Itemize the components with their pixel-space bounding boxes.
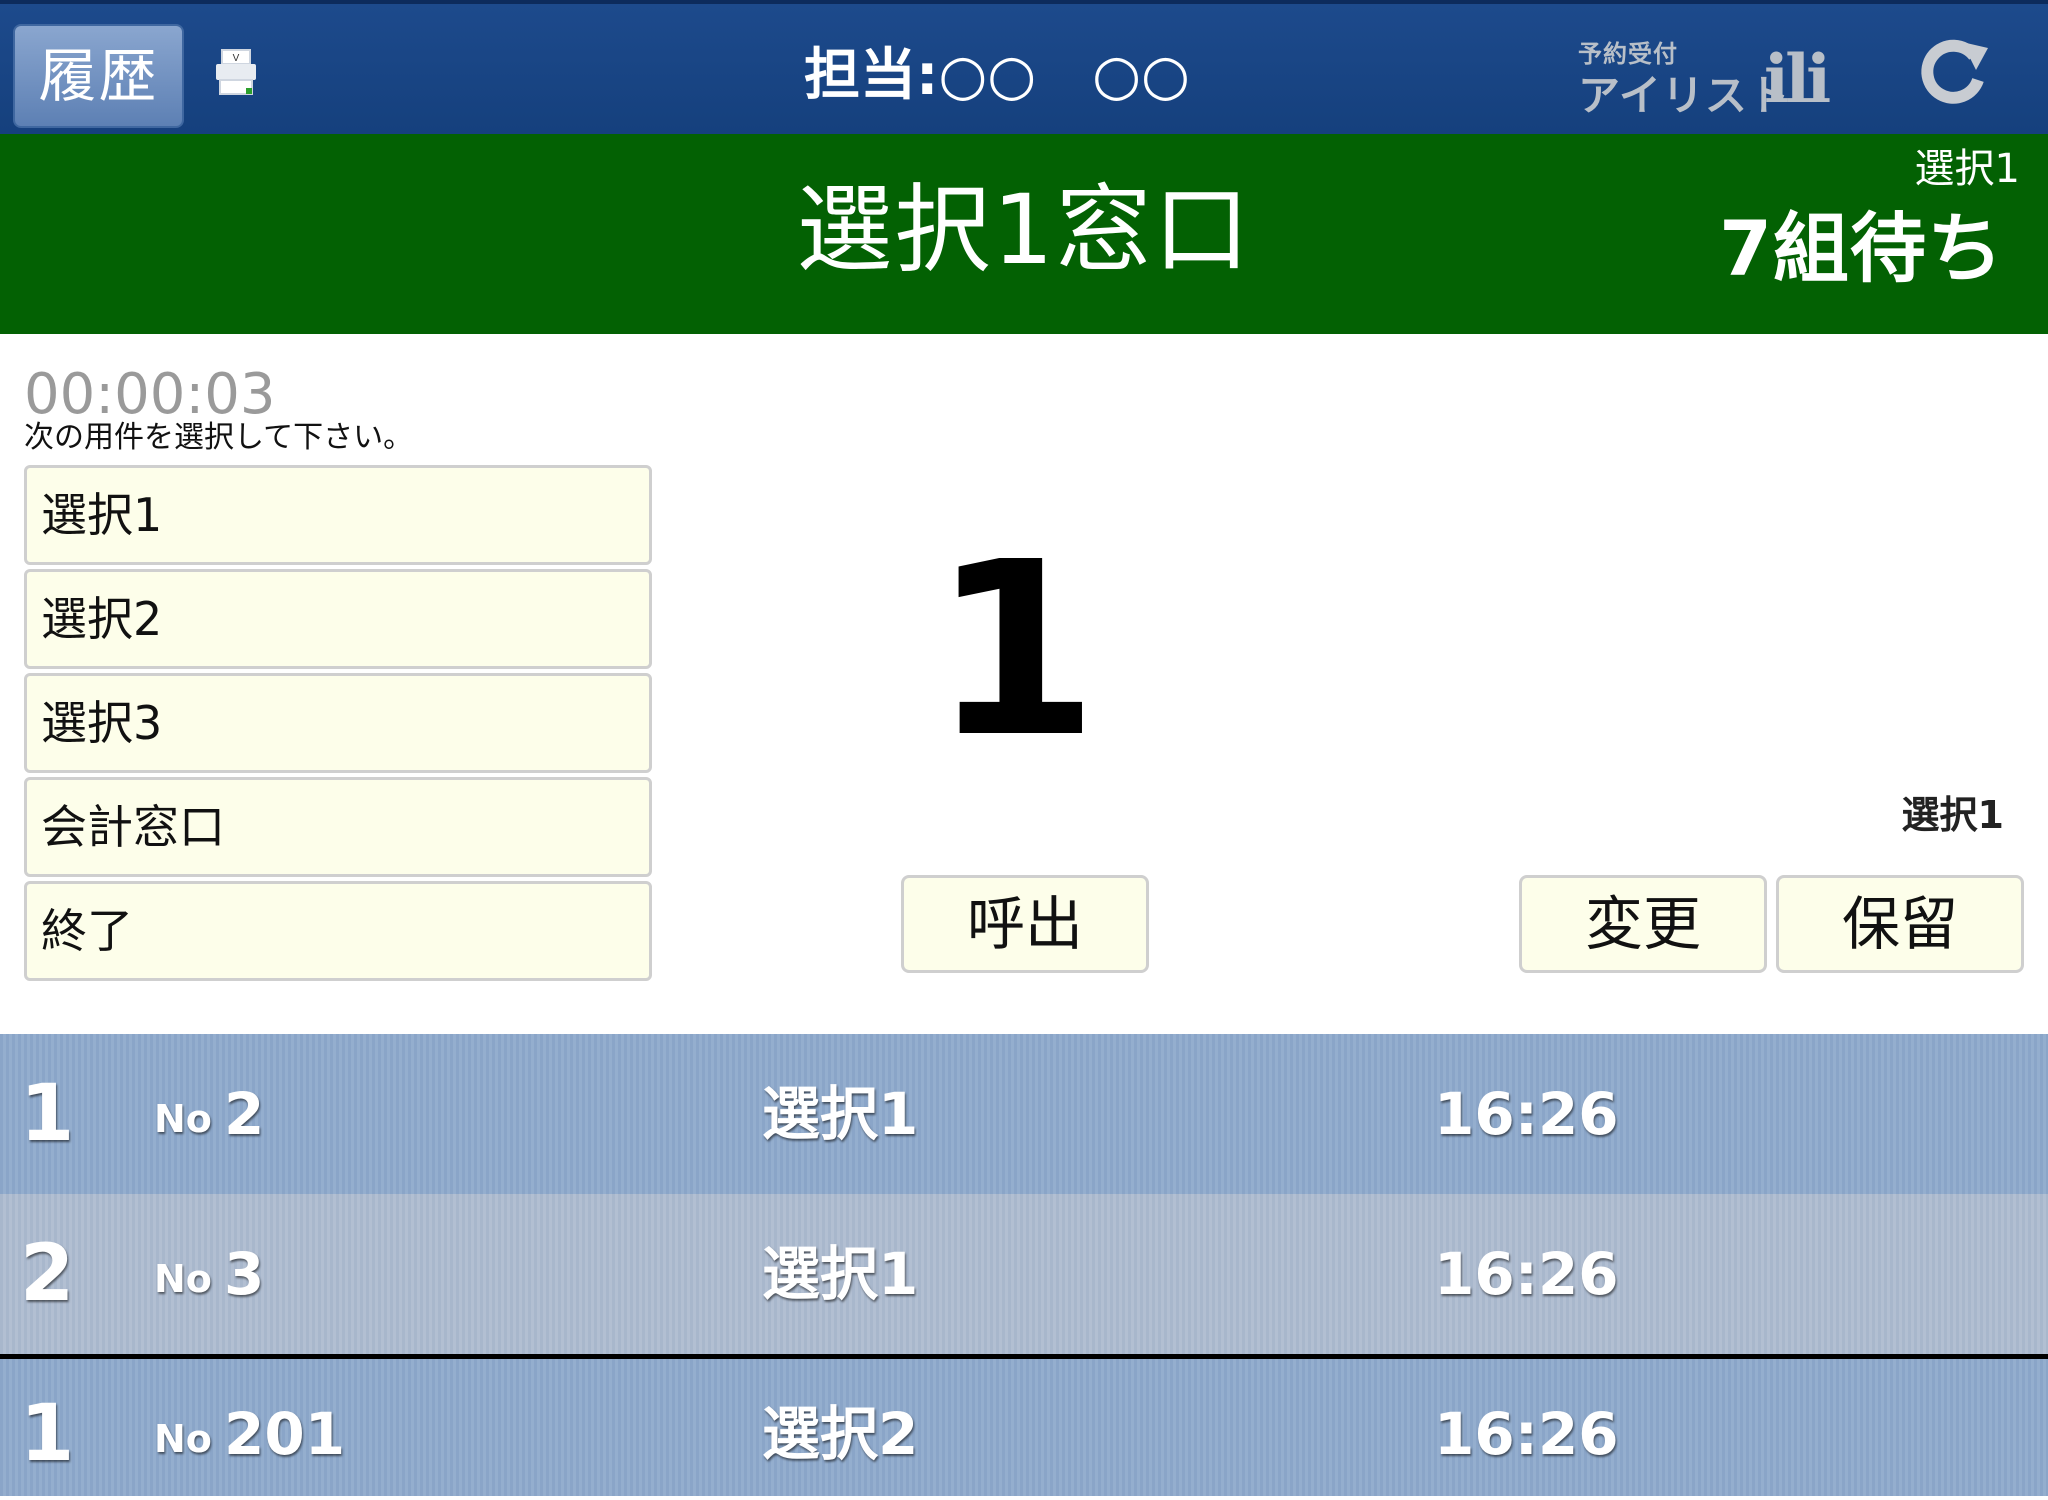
current-ticket-number: 1 [931, 510, 1099, 790]
app-root: 履歴 V 担当:○○ ○○ 予約受付 アイリスト ili 選択1窓口 選択1 7… [0, 0, 2048, 1500]
refresh-icon[interactable] [1918, 34, 1992, 108]
queue-time: 16:26 [1434, 1080, 1619, 1148]
queue-category: 選択1 [762, 1240, 919, 1308]
waiting-category: 選択1 [1914, 146, 2020, 192]
queue-row[interactable]: 1 No 2 選択1 16:26 [0, 1034, 2048, 1194]
hold-button[interactable]: 保留 [1776, 875, 2024, 973]
queue-category: 選択1 [762, 1080, 919, 1148]
brand-mark: ili [1764, 40, 1831, 118]
queue-no-label: No [154, 1097, 212, 1141]
queue-time: 16:26 [1434, 1400, 1619, 1468]
brand-name: アイリスト [1578, 71, 1791, 120]
printer-icon[interactable]: V [214, 48, 258, 98]
change-button[interactable]: 変更 [1519, 875, 1767, 973]
staff-label: 担当:○○ ○○ [804, 43, 1190, 108]
window-header: 選択1窓口 選択1 7組待ち [0, 134, 2048, 334]
selection-option-end[interactable]: 終了 [24, 881, 652, 981]
queue-rank: 1 [20, 1069, 75, 1159]
queue-rank: 1 [20, 1389, 75, 1479]
queue-time: 16:26 [1434, 1240, 1619, 1308]
instruction-text: 次の用件を選択して下さい。 [24, 420, 414, 455]
selection-option-2[interactable]: 選択2 [24, 569, 652, 669]
selection-option-checkout[interactable]: 会計窓口 [24, 777, 652, 877]
waiting-count: 7組待ち [1719, 204, 2004, 293]
current-ticket-category: 選択1 [1901, 793, 2004, 837]
queue-ticket-number: 201 [224, 1400, 346, 1468]
queue-category: 選択2 [762, 1400, 919, 1468]
queue-ticket-number: 2 [224, 1080, 265, 1148]
selection-option-3[interactable]: 選択3 [24, 673, 652, 773]
queue-list: 1 No 2 選択1 16:26 2 No 3 選択1 16:26 1 No 2… [0, 1034, 2048, 1496]
selection-list: 選択1 選択2 選択3 会計窓口 終了 [24, 465, 652, 985]
selection-option-1[interactable]: 選択1 [24, 465, 652, 565]
queue-no-label: No [154, 1257, 212, 1301]
queue-row[interactable]: 2 No 3 選択1 16:26 [0, 1194, 2048, 1354]
queue-no-label: No [154, 1417, 212, 1461]
svg-text:V: V [233, 53, 240, 64]
queue-row[interactable]: 1 No 201 選択2 16:26 [0, 1354, 2048, 1496]
history-button[interactable]: 履歴 [13, 24, 184, 128]
top-bar: 履歴 V 担当:○○ ○○ 予約受付 アイリスト ili [0, 0, 2048, 134]
queue-ticket-number: 3 [224, 1240, 265, 1308]
brand-logo: 予約受付 アイリスト ili [1578, 34, 1868, 120]
queue-rank: 2 [20, 1229, 75, 1319]
call-button[interactable]: 呼出 [901, 875, 1149, 973]
